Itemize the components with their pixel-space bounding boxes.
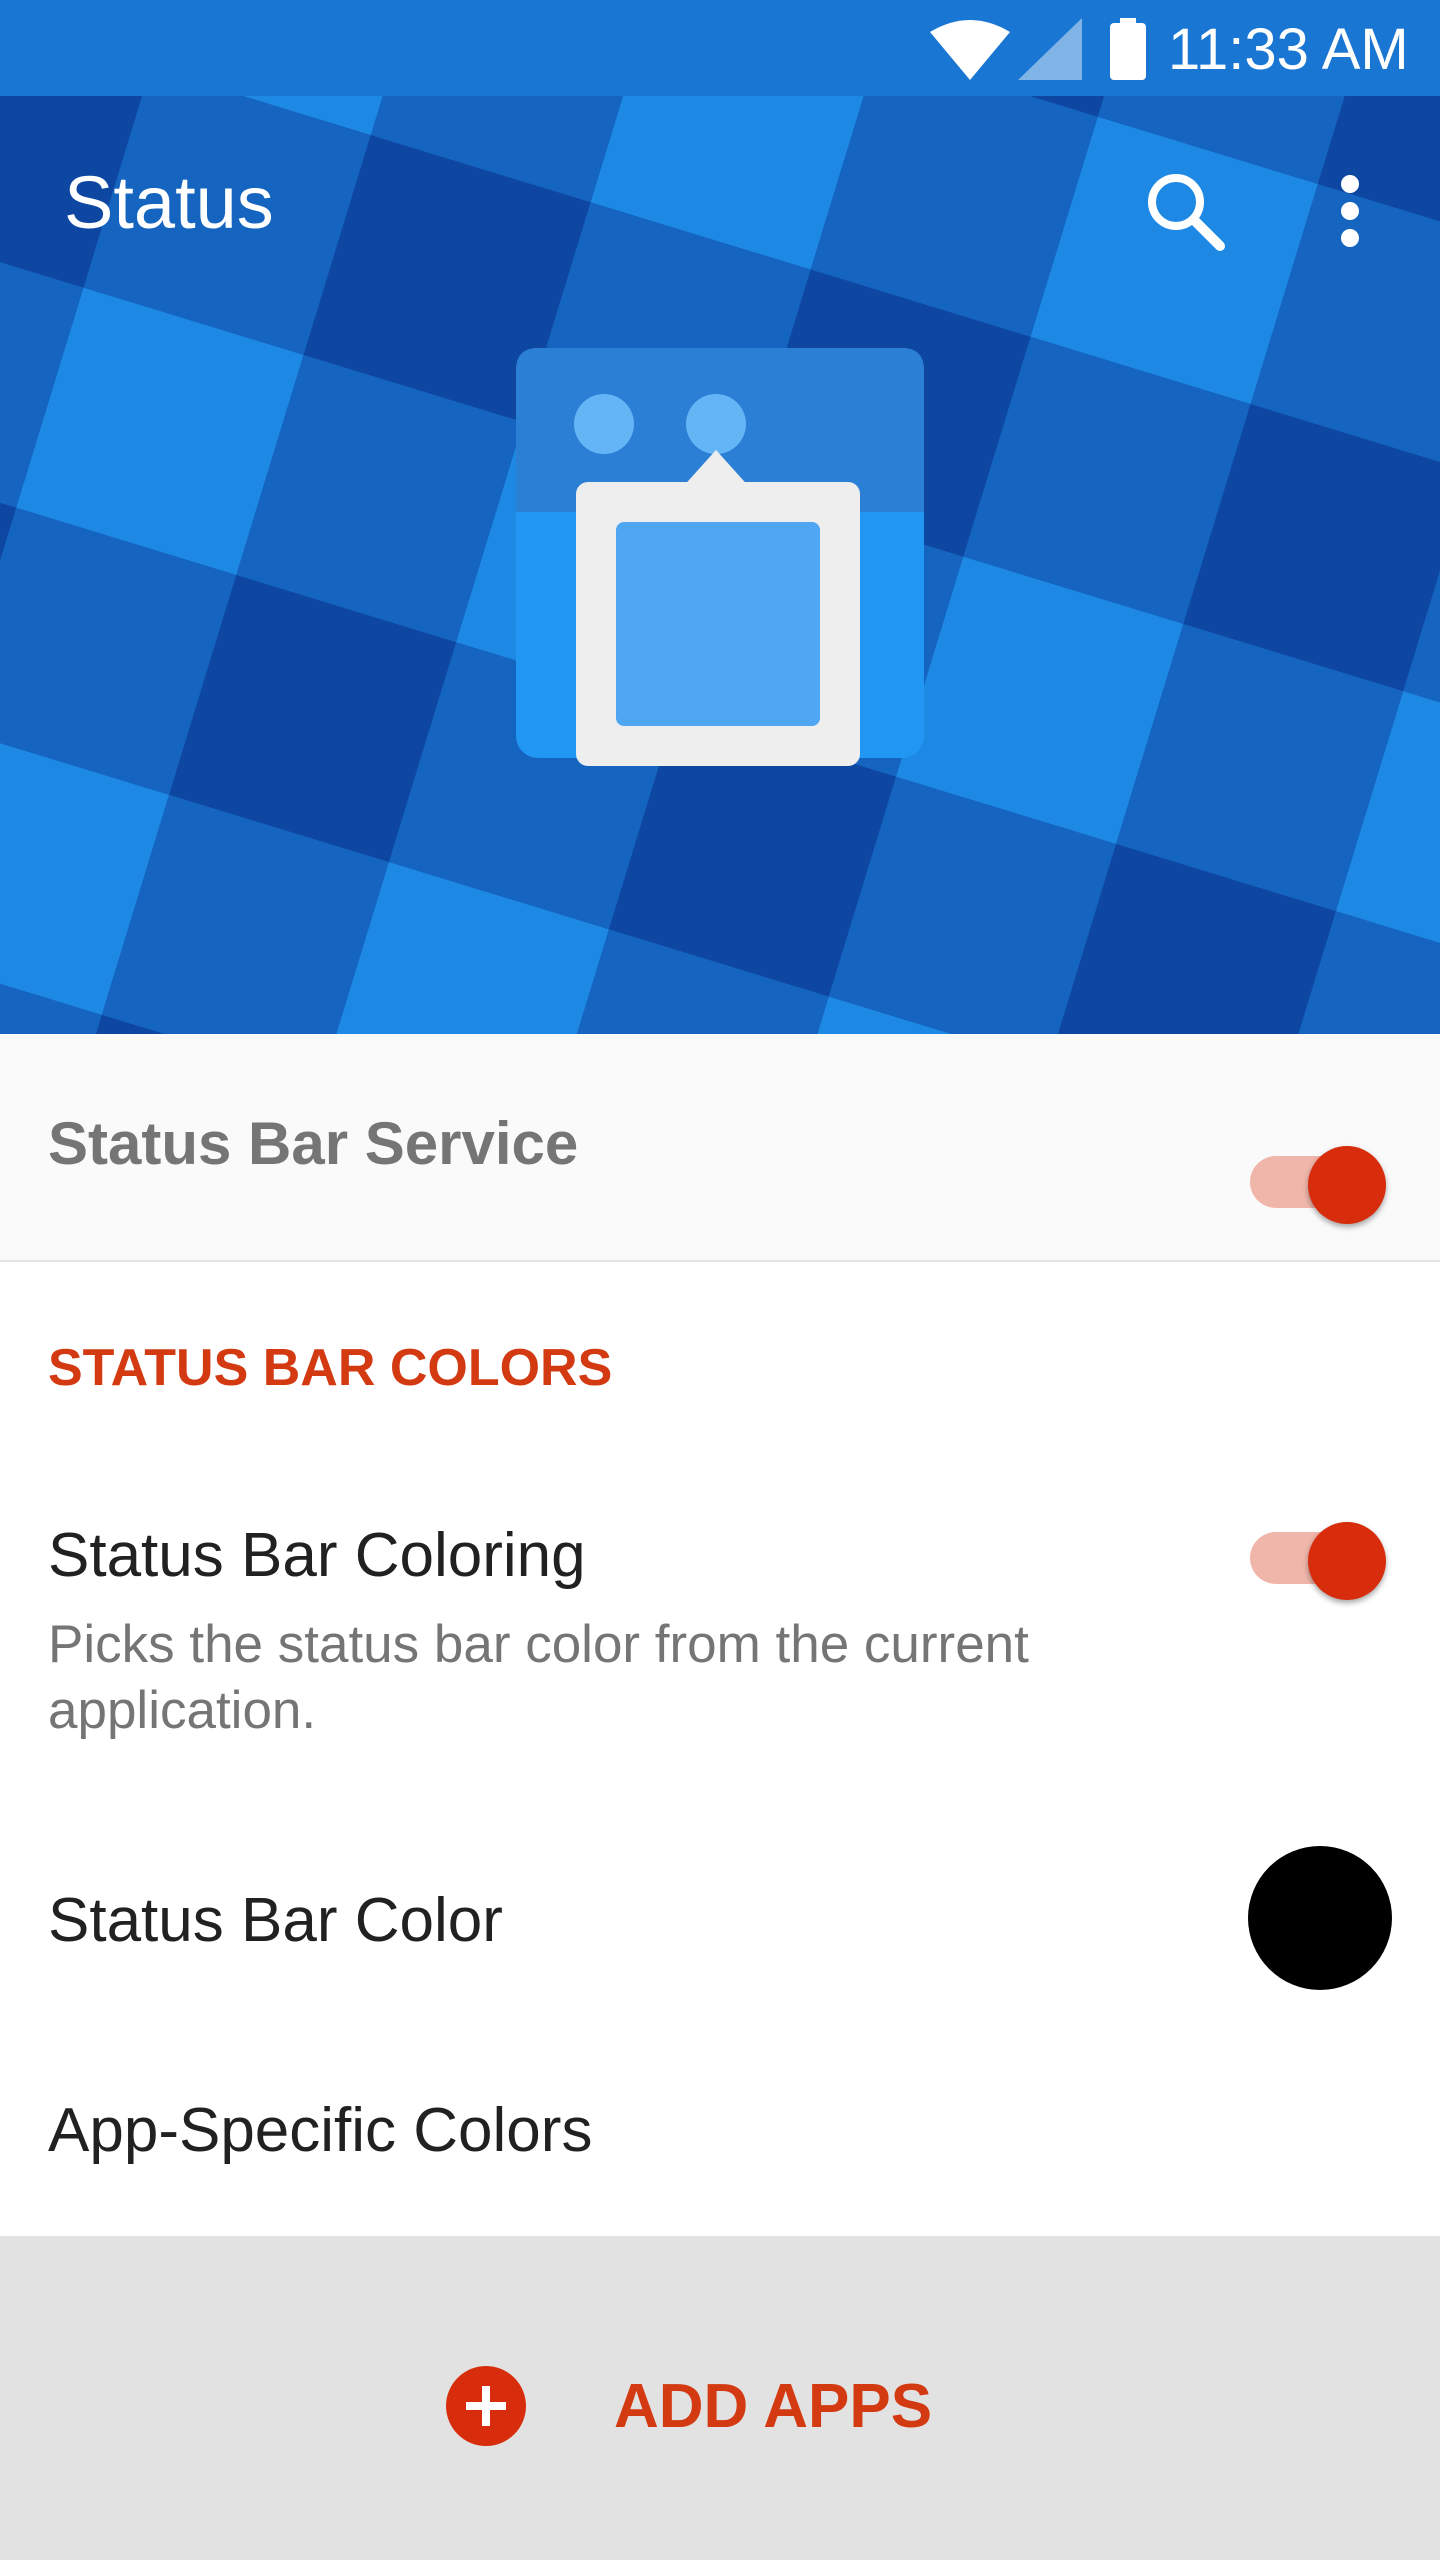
service-toggle[interactable] bbox=[1240, 1134, 1386, 1224]
add-apps-bar: ADD APPS bbox=[0, 2236, 1440, 2560]
coloring-summary: Picks the status bar color from the curr… bbox=[48, 1615, 1029, 1740]
more-vert-icon[interactable] bbox=[1310, 166, 1390, 256]
wifi-icon bbox=[930, 20, 1010, 80]
coloring-toggle[interactable] bbox=[1240, 1510, 1386, 1600]
app-title: Status bbox=[64, 161, 274, 244]
coloring-title: Status Bar Coloring bbox=[48, 1521, 586, 1590]
service-row[interactable]: Status Bar Service bbox=[0, 1034, 1440, 1262]
toggle-thumb bbox=[1308, 1146, 1386, 1224]
cell-signal-icon bbox=[1018, 18, 1082, 80]
add-apps-label: ADD APPS bbox=[614, 2372, 933, 2441]
system-status-bar: 11:33 AM bbox=[0, 0, 1440, 96]
section-header: STATUS BAR COLORS bbox=[48, 1339, 613, 1397]
app-header: Status bbox=[0, 96, 1440, 1034]
app-specific-colors-title: App-Specific Colors bbox=[48, 2096, 593, 2165]
clock: 11:33 AM bbox=[1168, 17, 1409, 82]
service-label: Status Bar Service bbox=[48, 1110, 579, 1177]
color-swatch[interactable] bbox=[1248, 1846, 1392, 1990]
color-title: Status Bar Color bbox=[48, 1886, 503, 1955]
add-apps-button[interactable]: ADD APPS bbox=[430, 2356, 1030, 2456]
app-logo bbox=[516, 348, 924, 766]
battery-icon bbox=[1110, 18, 1146, 80]
add-circle-icon bbox=[446, 2366, 526, 2446]
search-icon[interactable] bbox=[1140, 166, 1230, 256]
toggle-thumb bbox=[1308, 1522, 1386, 1600]
